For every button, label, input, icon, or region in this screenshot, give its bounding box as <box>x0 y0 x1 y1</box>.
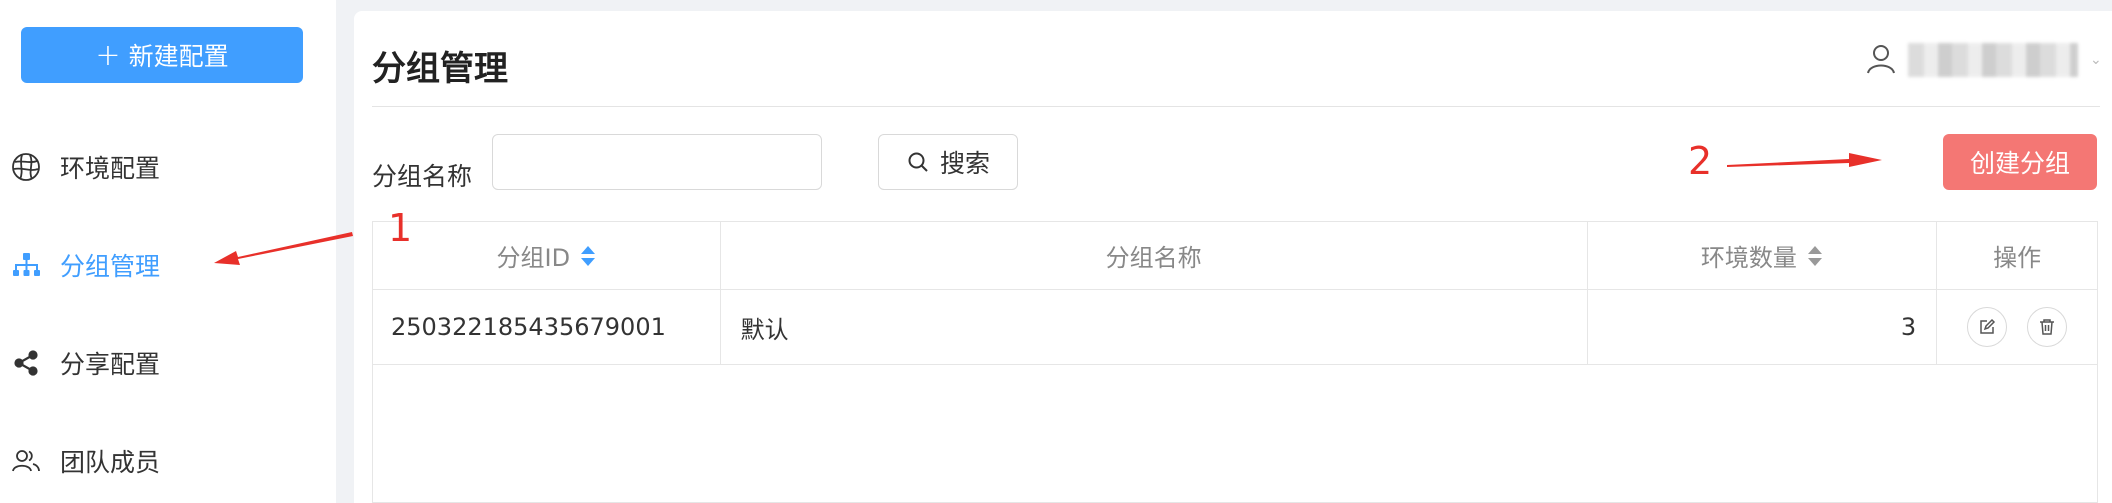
cell-group-name: 默认 <box>721 290 1588 364</box>
user-name-redacted <box>1908 43 2078 77</box>
team-icon <box>8 443 44 479</box>
share-icon <box>8 345 44 381</box>
sidebar: + 新建配置 环境配置 分组管理 分享配置 团队成员 <box>0 0 336 503</box>
annotation-marker-1: 1 <box>388 206 413 250</box>
plus-icon: + <box>95 37 121 73</box>
main-panel: 分组管理 ⌄ 分组名称 搜索 创建分组 分组ID 分组名称 环境数量 操作 25… <box>354 11 2112 503</box>
sidebar-item-share-config[interactable]: 分享配置 <box>0 333 336 393</box>
search-button-label: 搜索 <box>939 149 990 178</box>
column-header-actions: 操作 <box>1993 244 2042 272</box>
group-table: 分组ID 分组名称 环境数量 操作 250322185435679001 默认 … <box>372 221 2098 503</box>
header-divider <box>372 106 2100 107</box>
delete-button[interactable] <box>2027 307 2068 347</box>
annotation-marker-2: 2 <box>1688 139 1713 183</box>
search-icon <box>906 150 930 174</box>
sidebar-item-team-members[interactable]: 团队成员 <box>0 431 336 491</box>
user-icon <box>1864 41 1898 79</box>
sidebar-item-group-management[interactable]: 分组管理 <box>0 235 336 295</box>
group-name-search-input[interactable] <box>492 134 822 190</box>
edit-icon <box>1980 318 1996 334</box>
create-group-button[interactable]: 创建分组 <box>1943 134 2097 190</box>
edit-button[interactable] <box>1967 307 2008 347</box>
sidebar-item-label: 分组管理 <box>60 252 161 281</box>
chevron-down-icon: ⌄ <box>2090 52 2102 68</box>
column-header-group-name: 分组名称 <box>721 222 1588 289</box>
table-row: 250322185435679001 默认 3 <box>373 290 2097 365</box>
table-header-row: 分组ID 分组名称 环境数量 操作 <box>373 222 2097 290</box>
cell-group-id: 250322185435679001 <box>373 290 721 364</box>
page-title: 分组管理 <box>372 49 508 89</box>
sort-icon[interactable] <box>1807 245 1823 267</box>
new-config-label: 新建配置 <box>128 42 229 71</box>
sidebar-item-label: 环境配置 <box>60 154 161 183</box>
cell-env-count: 3 <box>1588 290 1938 364</box>
column-header-env-count[interactable]: 环境数量 <box>1588 222 1938 289</box>
sidebar-item-env-config[interactable]: 环境配置 <box>0 137 336 197</box>
cell-actions <box>1937 290 2097 364</box>
user-menu[interactable]: ⌄ <box>1864 41 2102 79</box>
sidebar-item-label: 团队成员 <box>60 448 161 477</box>
new-config-button[interactable]: + 新建配置 <box>21 27 303 83</box>
sidebar-item-label: 分享配置 <box>60 350 161 379</box>
search-button[interactable]: 搜索 <box>878 134 1018 190</box>
org-tree-icon <box>8 247 44 283</box>
globe-icon <box>8 149 44 185</box>
group-name-filter-label: 分组名称 <box>372 162 473 191</box>
trash-icon <box>2040 319 2055 335</box>
sort-icon[interactable] <box>580 245 596 267</box>
column-header-group-id[interactable]: 分组ID <box>373 222 721 289</box>
